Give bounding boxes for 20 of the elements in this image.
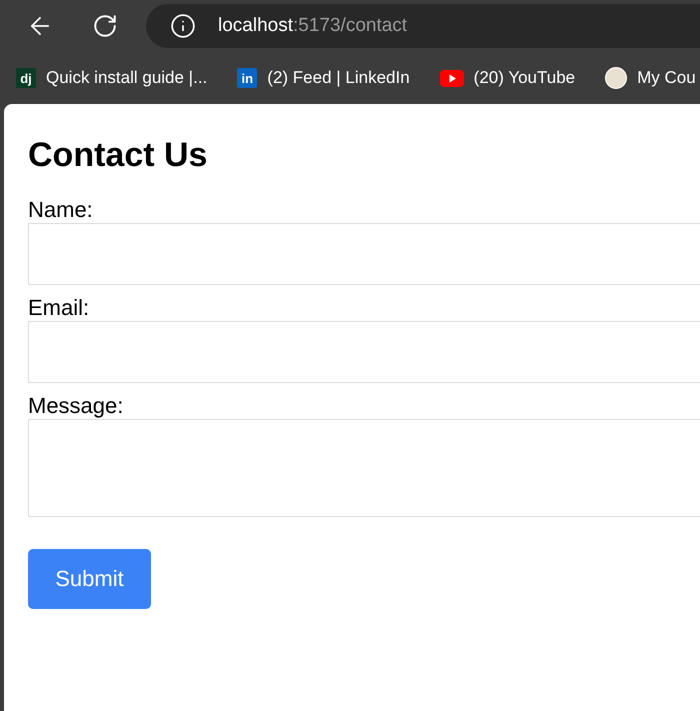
input-field[interactable] [28, 222, 700, 284]
field-label: Email: [28, 294, 90, 320]
play-button-icon [440, 70, 464, 86]
avatar-icon [605, 67, 628, 89]
page-title: Contact Us [28, 135, 208, 176]
message-field[interactable] [28, 418, 700, 516]
reload-button[interactable] [92, 13, 118, 39]
info-icon [170, 13, 196, 39]
bookmark-item[interactable]: My Cou [605, 65, 696, 91]
bookmark-logo-icon: dj [16, 68, 36, 88]
field-label: Name: [28, 196, 93, 222]
bookmark-item[interactable]: (20) YouTube [440, 65, 576, 91]
bookmark-item[interactable]: in (2) Feed | LinkedIn [237, 65, 410, 91]
bookmark-logo-icon: in [237, 68, 258, 88]
field-label: Message: [28, 392, 124, 418]
submit-button[interactable]: Submit [28, 548, 151, 608]
url-text: localhost:5173/contact [218, 14, 408, 38]
input-field[interactable] [28, 320, 700, 382]
address-bar[interactable]: localhost:5173/contact [146, 4, 700, 48]
bookmark-item[interactable]: dj Quick install guide |... [16, 65, 208, 91]
